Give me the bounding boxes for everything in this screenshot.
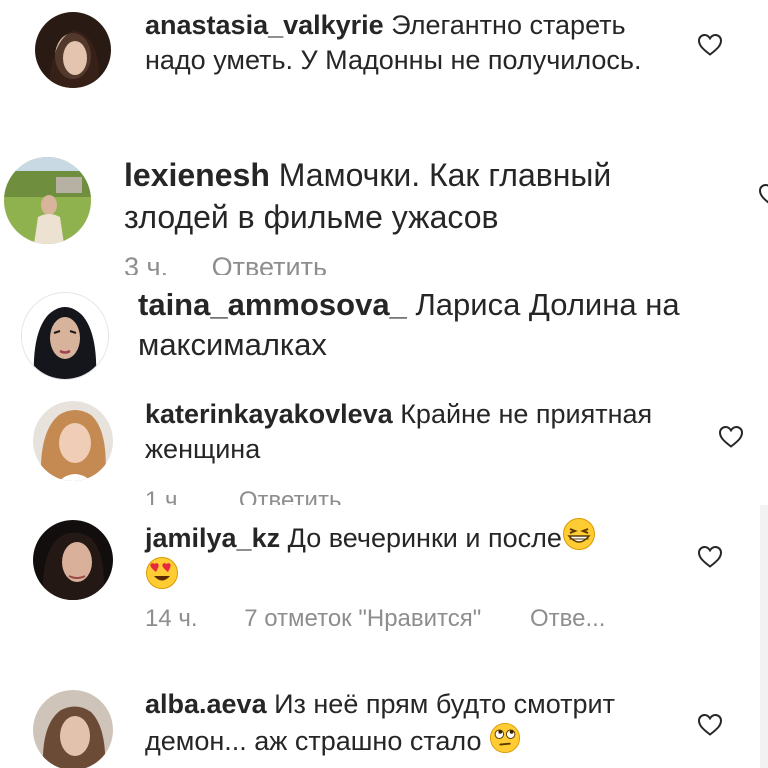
comment-username[interactable]: alba.aeva	[145, 689, 267, 719]
comment-meta: 14 ч. 7 отметок "Нравится" Отве...	[145, 605, 641, 633]
avatar[interactable]	[35, 12, 111, 88]
like-heart-icon[interactable]	[697, 545, 723, 569]
comment-text: anastasia_valkyrie Элегантно стареть над…	[145, 8, 685, 78]
grinning-squinting-face-emoji	[562, 517, 596, 551]
reply-link[interactable]: Ответить	[239, 487, 342, 505]
comment-username[interactable]: katerinkayakovleva	[145, 399, 393, 429]
reply-link[interactable]: Ответить	[212, 252, 327, 275]
likes-count-link[interactable]: 7 отметок "Нравится"	[244, 605, 481, 632]
reply-link[interactable]: Отве...	[530, 605, 606, 632]
avatar[interactable]	[4, 157, 91, 244]
face-with-rolling-eyes-emoji	[489, 722, 521, 754]
heart-eyes-face-emoji	[145, 556, 179, 590]
like-heart-icon[interactable]	[718, 425, 744, 449]
comment-text: jamilya_kz До вечеринки и после	[145, 517, 665, 595]
avatar[interactable]	[33, 690, 113, 768]
like-heart-icon[interactable]	[758, 183, 768, 207]
comment-item: alba.aeva Из неё прям будто смотрит демо…	[0, 675, 768, 768]
comment-meta: 1 ч. Ответить	[145, 487, 377, 505]
like-heart-icon[interactable]	[697, 713, 723, 737]
comment-time: 1 ч.	[145, 487, 185, 505]
comment-item: anastasia_valkyrie Элегантно стареть над…	[0, 0, 768, 145]
avatar[interactable]	[33, 401, 113, 481]
comment-text: taina_ammosova_ Лариса Долина на максима…	[138, 285, 738, 366]
comment-text: katerinkayakovleva Крайне не приятная же…	[145, 397, 705, 467]
scrollbar-track[interactable]	[760, 505, 768, 768]
comment-item: katerinkayakovleva Крайне не приятная же…	[0, 387, 768, 505]
avatar[interactable]	[21, 292, 109, 380]
comment-body: До вечеринки и после	[287, 523, 562, 553]
comment-text: lexienesh Мамочки. Как главный злодей в …	[124, 155, 724, 238]
comment-username[interactable]: lexienesh	[124, 157, 270, 193]
comment-item: jamilya_kz До вечеринки и после 14 ч. 7 …	[0, 505, 768, 675]
comment-time: 3 ч.	[124, 252, 169, 275]
comment-username[interactable]: anastasia_valkyrie	[145, 10, 384, 40]
like-heart-icon[interactable]	[697, 33, 723, 57]
comment-item: taina_ammosova_ Лариса Долина на максима…	[0, 275, 768, 387]
avatar[interactable]	[33, 520, 113, 600]
comment-meta: 3 ч. Ответить	[124, 252, 363, 275]
comment-item: lexienesh Мамочки. Как главный злодей в …	[0, 145, 768, 275]
comment-username[interactable]: taina_ammosova_	[138, 287, 407, 322]
comment-text: alba.aeva Из неё прям будто смотрит демо…	[145, 687, 685, 759]
comment-time: 14 ч.	[145, 605, 198, 632]
comment-username[interactable]: jamilya_kz	[145, 523, 280, 553]
